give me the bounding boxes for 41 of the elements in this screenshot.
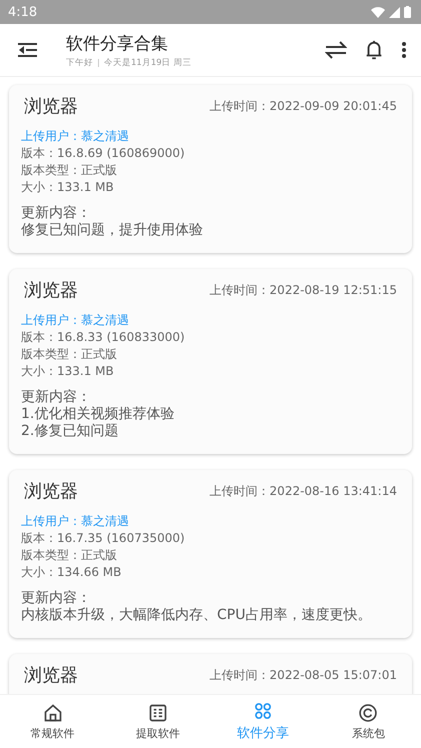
changes-label: 更新内容： [21,389,92,406]
post-card[interactable]: 浏览器 上传时间：2022-09-09 20:01:45 上传用户：慕之清遇 版本：16.8.69 (160869000) 版本类型：正式版 大小：133.1 MB 更新内容： 修复已知问题，提升使用体验 [9,85,412,253]
nav-tab[interactable]: 常规软件 [0,695,106,748]
version-type-text: 版本类型：正式版 [21,162,118,179]
app-name: 浏览器 [24,480,78,503]
status-time: 4:18 [8,4,38,20]
upload-time: 上传时间：2022-08-05 15:07:01 [210,666,397,684]
date-text: 今天是11月19日 周三 [104,56,192,68]
app-name: 浏览器 [24,279,78,302]
home-icon [42,702,63,722]
version-text: 版本：16.8.69 (160869000) [21,145,186,162]
wifi-icon [371,6,385,18]
app-name: 浏览器 [24,664,78,687]
greeting-text: 下午好 [66,56,93,68]
changes-label: 更新内容： [21,205,92,222]
app-name: 浏览器 [24,95,78,118]
version-text: 版本：16.7.35 (160735000) [21,530,186,547]
page-title: 软件分享合集 [66,32,169,54]
changes-label: 更新内容： [21,590,92,607]
post-card[interactable]: 浏览器 上传时间：2022-08-19 12:51:15 上传用户：慕之清遇 版本：16.8.33 (160833000) 版本类型：正式版 大小：133.1 MB 更新内容： 1.优化相关视频推荐体验 2.修复已知问题 [9,269,412,454]
version-type-text: 版本类型：正式版 [21,346,118,363]
upload-time: 上传时间：2022-08-16 13:41:14 [210,482,397,500]
nav-tab[interactable]: 系统包 [316,695,421,748]
nav-tab[interactable]: 提取软件 [105,695,210,748]
change-line: 1.优化相关视频推荐体验 [21,406,176,423]
list-icon [148,702,168,722]
post-card[interactable]: 浏览器 上传时间：2022-08-16 13:41:14 上传用户：慕之清遇 版本：16.7.35 (160735000) 版本类型：正式版 大小：134.66 MB 更新内容： 内核版本升级，大幅降低内存、CPU占用率，速度更快。 [9,470,412,638]
grid-icon [253,701,274,721]
change-line: 内核版本升级，大幅降低内存、CPU占用率，速度更快。 [21,607,372,624]
change-line: 2.修复已知问题 [21,423,120,440]
size-text: 大小：133.1 MB [21,363,115,380]
upload-time: 上传时间：2022-08-19 12:51:15 [210,282,397,298]
version-text: 版本：16.8.33 (160833000) [21,329,186,346]
signal-icon [389,6,400,18]
battery-icon [404,6,411,18]
version-type-text: 版本类型：正式版 [21,547,118,564]
change-line: 修复已知问题，提升使用体验 [21,222,204,239]
upload-time: 上传时间：2022-09-09 20:01:45 [210,98,397,114]
post-card[interactable]: 浏览器 上传时间：2022-08-05 15:07:01 [9,654,412,694]
size-text: 大小：133.1 MB [21,179,115,196]
size-text: 大小：134.66 MB [21,564,122,581]
